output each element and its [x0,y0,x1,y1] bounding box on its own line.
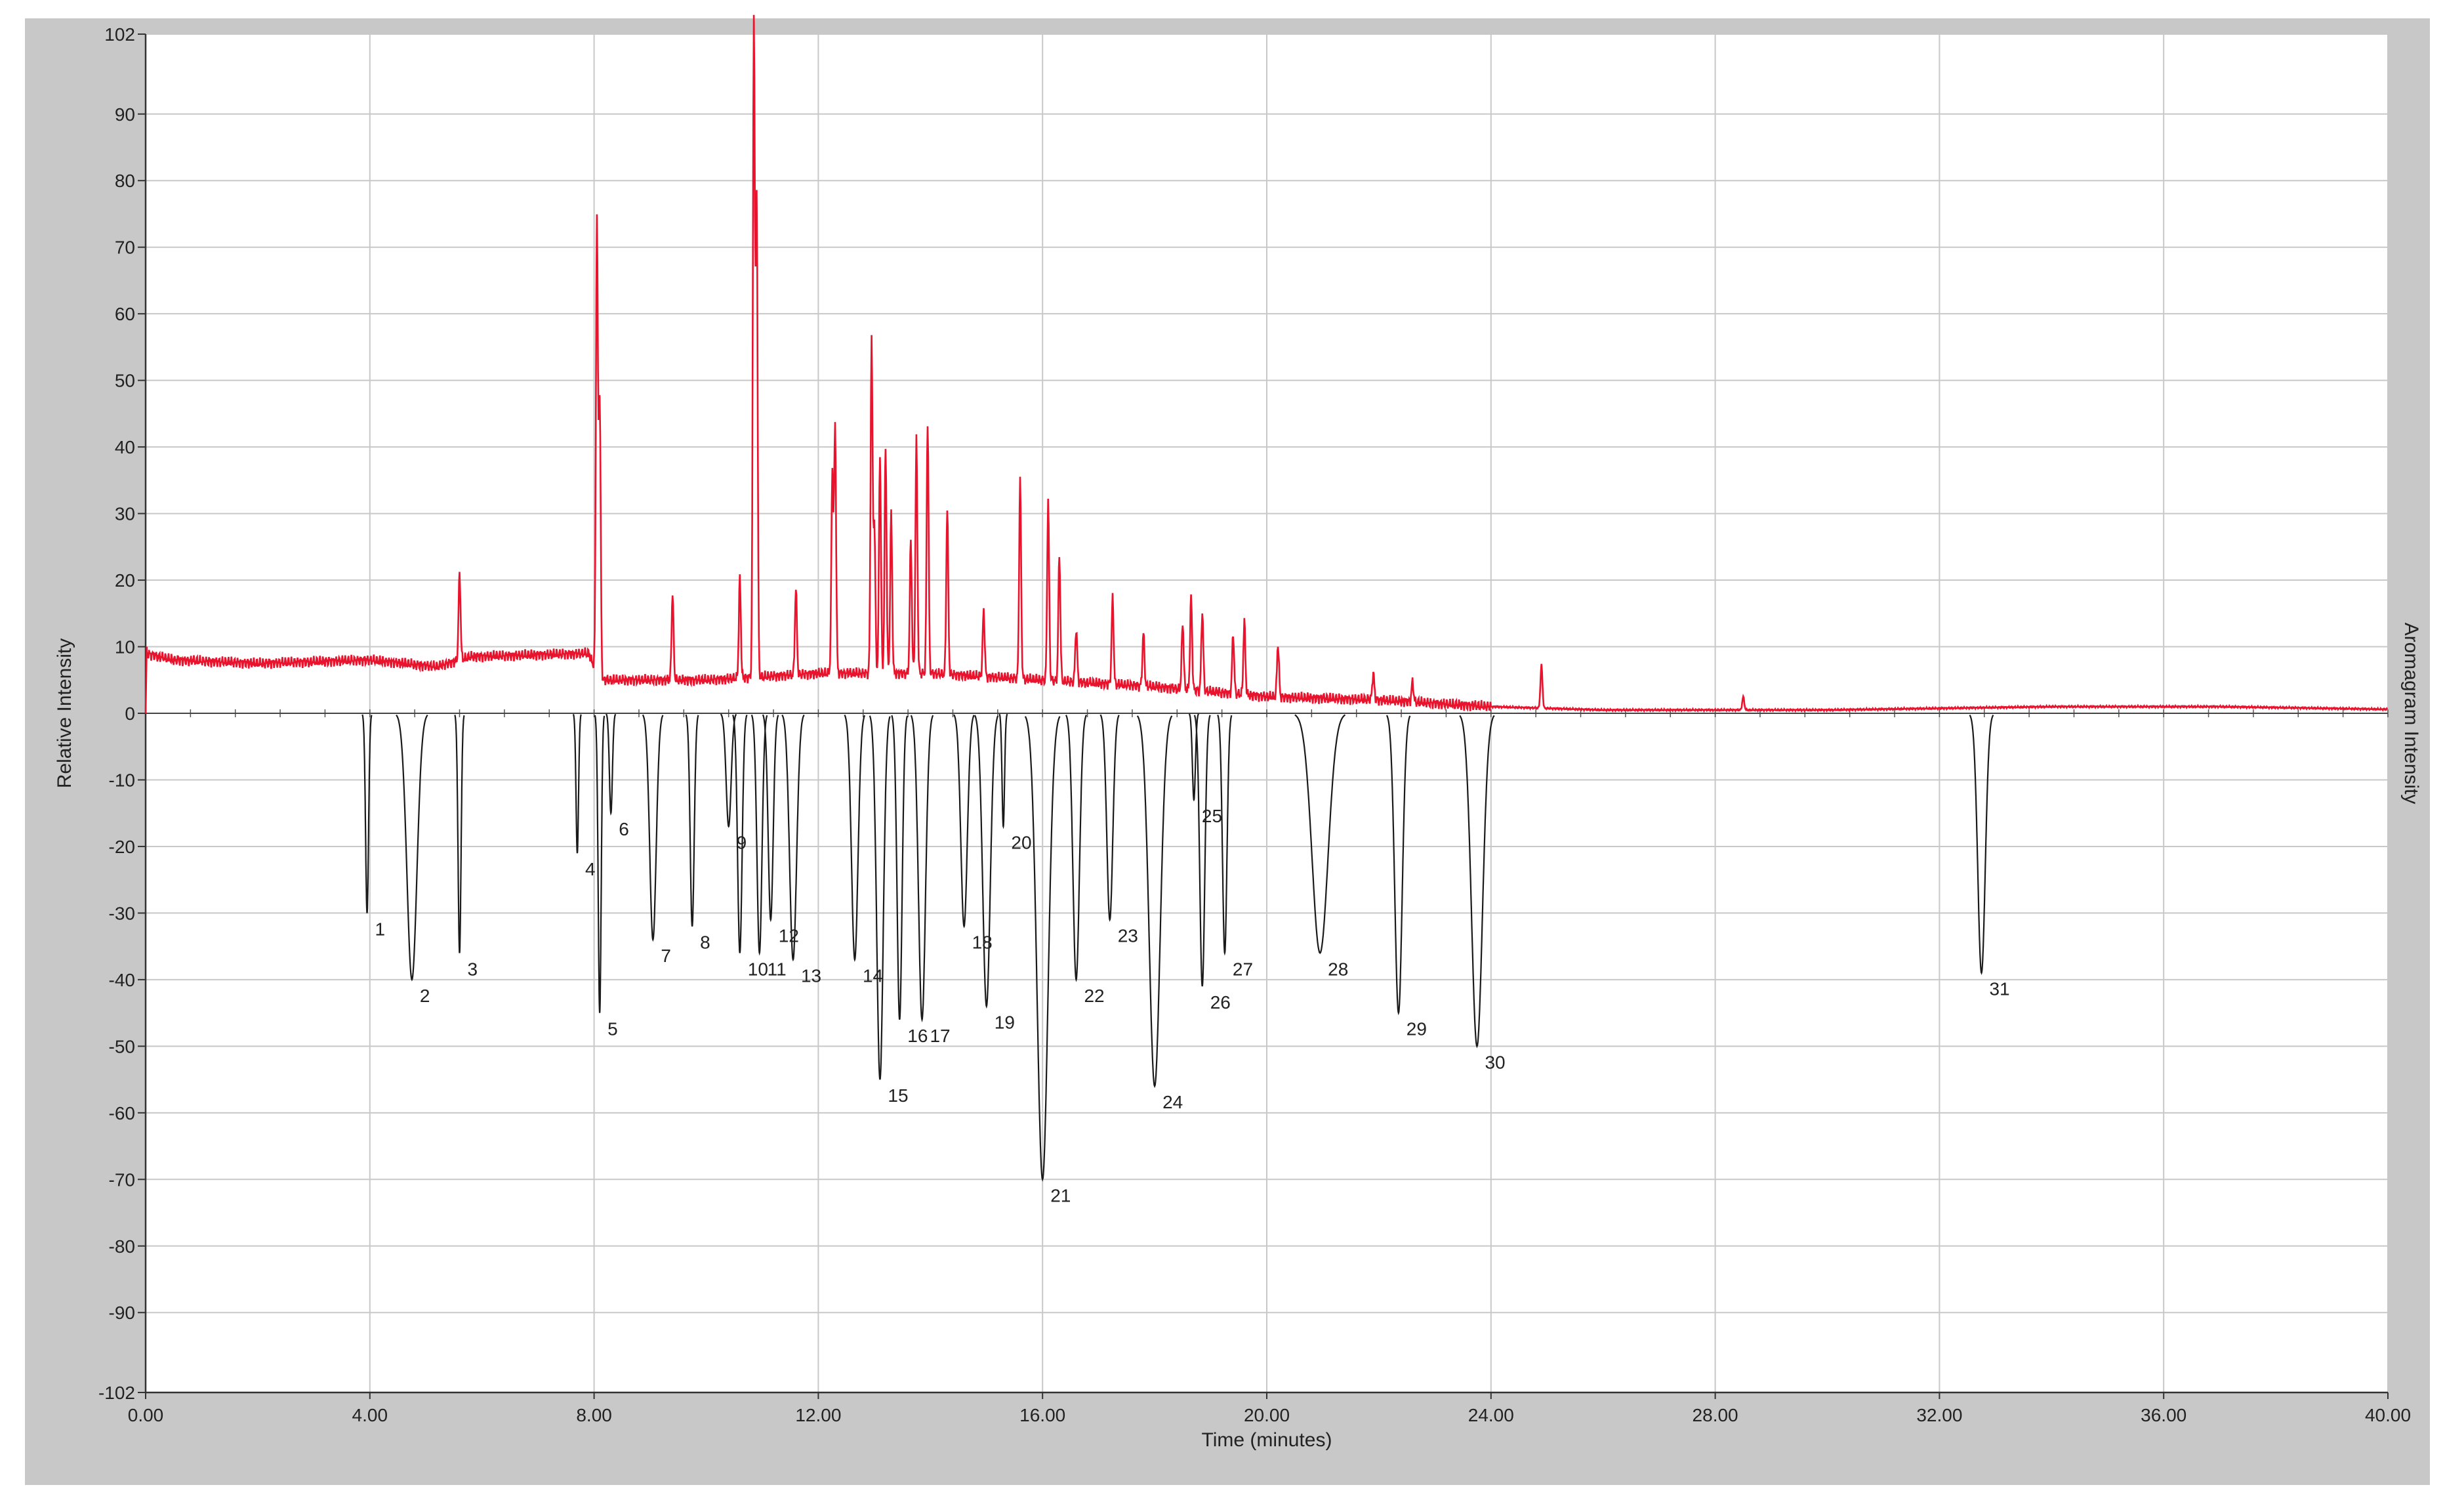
peak-label-11: 11 [768,959,787,979]
y-tick-label: -70 [109,1169,135,1190]
peak-label-30: 30 [1485,1052,1505,1072]
chromatogram-chart: 0.00 4.00 8.00 12.00 16.00 20.00 24.00 28.00 32.… [54,14,2422,1451]
peak-label-4: 4 [585,859,596,879]
y-tick-label: 30 [115,504,135,524]
peak-label-10: 10 [748,959,768,979]
peak-label-25: 25 [1202,806,1222,826]
x-tick-label: 40.00 [2365,1405,2411,1425]
peak-label-26: 26 [1210,992,1231,1013]
x-axis-title: Time (minutes) [1202,1429,1332,1451]
x-tick-label: 36.00 [2141,1405,2187,1425]
y-tick-label: -40 [109,970,135,990]
peak-label-13: 13 [801,965,821,986]
peak-label-17: 17 [930,1026,950,1046]
x-tick-label: 32.00 [1916,1405,1962,1425]
x-tick-label: 0.00 [128,1405,164,1425]
peak-label-27: 27 [1233,959,1253,979]
x-tick-label: 4.00 [352,1405,388,1425]
y-tick-label: 50 [115,371,135,391]
peak-label-22: 22 [1084,986,1104,1006]
y-tick-label: -10 [109,770,135,790]
y-tick-label: 90 [115,104,135,125]
peak-label-14: 14 [863,965,883,986]
peak-label-3: 3 [468,959,478,979]
y-tick-label: -102 [98,1383,135,1403]
y-tick-label: -90 [109,1303,135,1323]
peak-label-31: 31 [1989,979,2009,999]
peak-label-2: 2 [420,986,430,1006]
peak-label-23: 23 [1118,926,1138,946]
peak-label-7: 7 [661,946,671,966]
y-tick-label: 60 [115,304,135,324]
peak-label-15: 15 [888,1085,908,1106]
y-tick-label: 80 [115,171,135,191]
peak-label-6: 6 [619,819,629,839]
peak-label-8: 8 [700,932,710,953]
peak-label-21: 21 [1050,1185,1071,1205]
peak-label-16: 16 [907,1026,928,1046]
y-tick-label: 70 [115,238,135,258]
y-tick-label: 40 [115,437,135,457]
y-tick-label: -60 [109,1103,135,1123]
y-tick-label: 102 [104,24,135,45]
peak-label-28: 28 [1328,959,1348,979]
peak-label-18: 18 [972,932,993,953]
peak-label-29: 29 [1407,1019,1427,1039]
y-tick-label: 10 [115,637,135,658]
x-tick-label: 28.00 [1693,1405,1738,1425]
y-tick-label: -30 [109,903,135,923]
y-tick-label: 20 [115,570,135,591]
peak-label-12: 12 [779,926,799,946]
y-tick-label: -50 [109,1036,135,1056]
peak-label-20: 20 [1011,833,1031,853]
peak-label-1: 1 [375,919,386,939]
peak-label-9: 9 [737,833,747,853]
peak-label-24: 24 [1162,1092,1183,1112]
y-tick-label: -20 [109,837,135,857]
peak-label-19: 19 [995,1012,1015,1032]
x-tick-label: 16.00 [1019,1405,1065,1425]
x-tick-label: 24.00 [1468,1405,1514,1425]
peak-label-5: 5 [607,1019,618,1039]
y-tick-label: 0 [125,703,135,724]
y2-axis-title: Aromagram Intensity [2400,623,2422,805]
y-tick-label: -80 [109,1236,135,1257]
x-tick-label: 12.00 [795,1405,841,1425]
x-tick-label: 8.00 [576,1405,612,1425]
x-tick-label: 20.00 [1244,1405,1290,1425]
y-axis-title: Relative Intensity [54,638,75,788]
